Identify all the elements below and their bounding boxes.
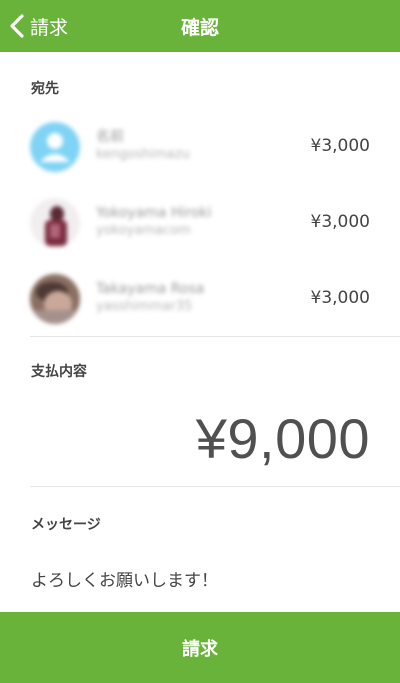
recipient-info: 名前 kengoshimazu xyxy=(96,128,190,164)
recipient-id: yasshimmar35 xyxy=(96,299,193,314)
recipient-row[interactable]: Takayama Rosa yasshimmar35 ¥3,000 xyxy=(0,268,400,328)
section-divider xyxy=(30,336,400,337)
message-text: よろしくお願いします！ xyxy=(31,571,218,591)
chevron-left-icon xyxy=(10,14,24,38)
submit-request-button[interactable]: 請求 xyxy=(0,612,400,683)
payment-section-label: 支払内容 xyxy=(31,364,87,380)
recipient-amount: ¥3,000 xyxy=(310,136,370,156)
recipient-row[interactable]: 名前 kengoshimazu ¥3,000 xyxy=(0,116,400,176)
section-divider xyxy=(30,486,400,487)
total-amount: ¥9,000 xyxy=(195,407,370,470)
back-button[interactable]: 請求 xyxy=(8,0,68,52)
photo-avatar-icon xyxy=(30,274,80,324)
recipient-info: Yokoyama Hiroki yokoyamacom xyxy=(96,204,211,240)
recipient-amount: ¥3,000 xyxy=(310,288,370,308)
message-section-label: メッセージ xyxy=(31,517,101,533)
recipients-section-label: 宛先 xyxy=(31,81,59,97)
recipient-name: 名前 xyxy=(96,129,124,145)
recipient-info: Takayama Rosa yasshimmar35 xyxy=(96,280,204,316)
recipient-amount: ¥3,000 xyxy=(310,212,370,232)
recipient-id: kengoshimazu xyxy=(96,147,190,162)
recipient-id: yokoyamacom xyxy=(96,223,191,238)
photo-avatar-icon xyxy=(30,198,80,248)
recipient-name: Takayama Rosa xyxy=(96,281,205,297)
recipient-row[interactable]: Yokoyama Hiroki yokoyamacom ¥3,000 xyxy=(0,192,400,252)
recipient-name: Yokoyama Hiroki xyxy=(96,205,212,221)
back-button-label: 請求 xyxy=(30,16,69,39)
default-user-avatar-icon xyxy=(30,122,80,172)
navigation-bar: 請求 確認 xyxy=(0,0,400,52)
